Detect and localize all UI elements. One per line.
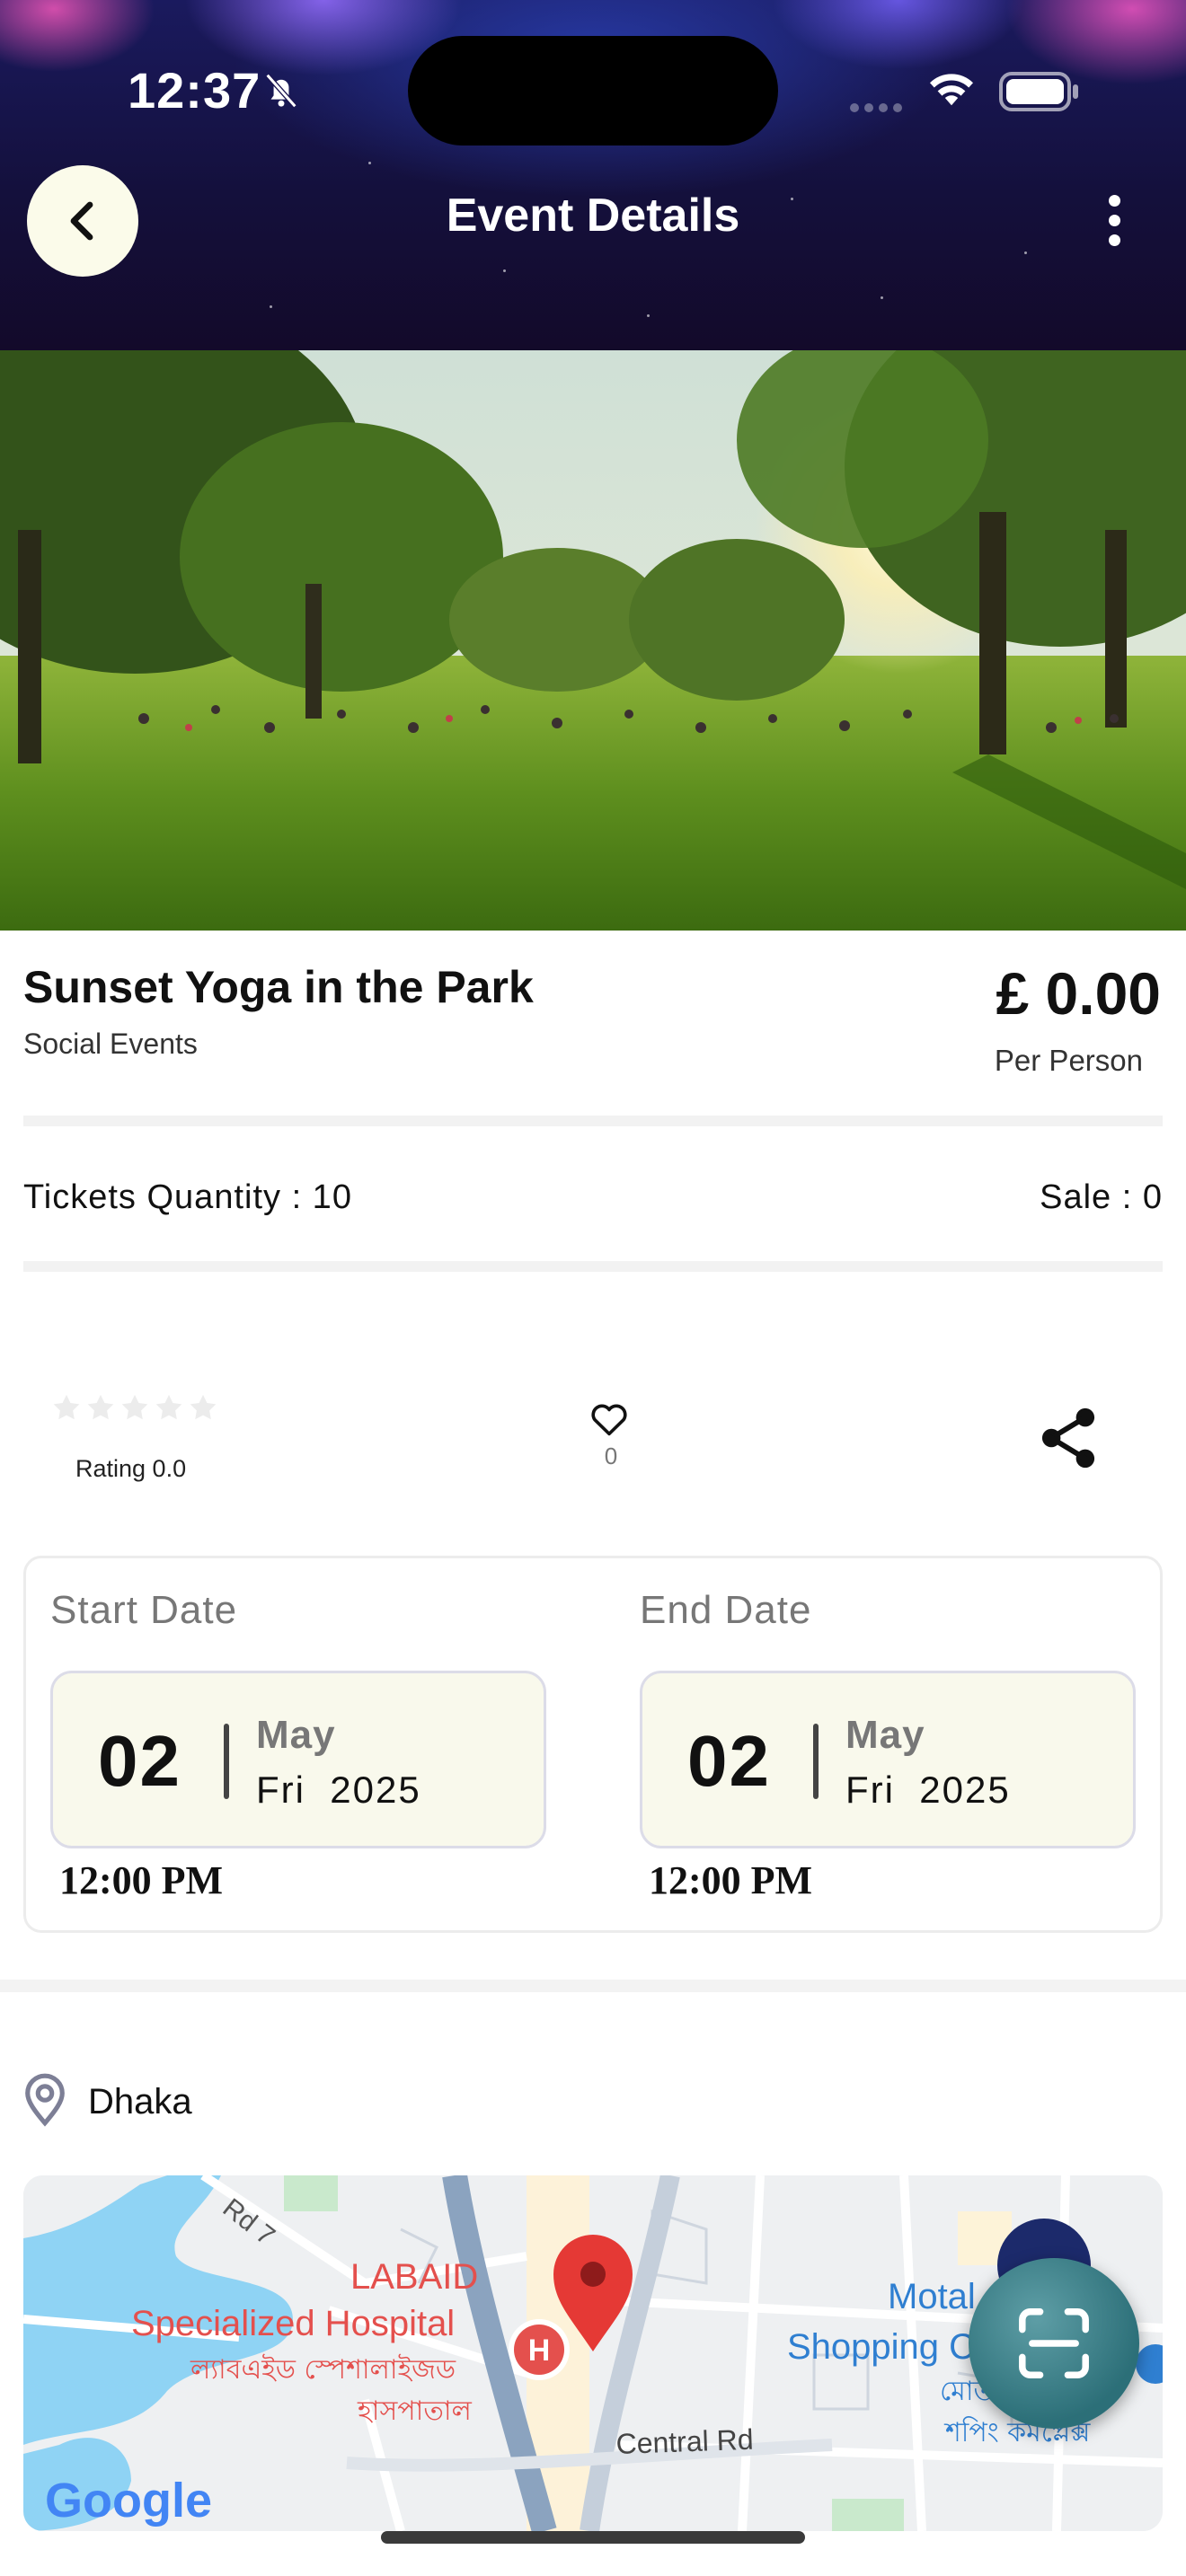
map-hospital-label-en: Specialized Hospital <box>131 2304 455 2343</box>
event-cover-image <box>0 350 1186 931</box>
end-date-weekday-year: Fri 2025 <box>845 1769 1011 1811</box>
start-date-month: May <box>256 1713 336 1757</box>
end-date-box: 02 May Fri 2025 <box>640 1671 1136 1848</box>
home-indicator <box>381 2531 805 2544</box>
wifi-icon <box>930 74 973 106</box>
qr-scan-button[interactable] <box>969 2258 1139 2429</box>
rating-stars[interactable] <box>50 1392 221 1425</box>
heart-icon[interactable] <box>589 1401 629 1437</box>
location-pin-icon <box>25 2073 65 2127</box>
star-icon <box>190 1395 217 1420</box>
start-date-weekday-year: Fri 2025 <box>256 1769 421 1811</box>
end-date-month: May <box>845 1713 925 1757</box>
event-category: Social Events <box>23 1028 198 1060</box>
more-options-button[interactable] <box>1087 189 1141 251</box>
event-title: Sunset Yoga in the Park <box>23 962 534 1012</box>
date-separator <box>224 1724 229 1799</box>
start-time: 12:00 PM <box>59 1858 224 1902</box>
tickets-quantity: Tickets Quantity : 10 <box>23 1178 352 1216</box>
start-date-box: 02 May Fri 2025 <box>50 1671 546 1848</box>
map-hospital-label-en: LABAID <box>350 2257 478 2297</box>
hospital-marker-icon: H <box>509 2319 570 2380</box>
page-title: Event Details <box>446 190 740 242</box>
star-icon <box>87 1395 114 1420</box>
map-mall-label-en: Motal <box>888 2277 976 2316</box>
map-mall-label-en: Shopping C <box>787 2327 975 2367</box>
star-icon <box>53 1395 80 1420</box>
star-icon <box>155 1395 182 1420</box>
bell-muted-icon <box>265 73 297 109</box>
dynamic-island <box>408 36 778 146</box>
start-date-day: 02 <box>98 1721 181 1801</box>
map-hospital-label-bn: হাসপাতাল <box>357 2395 473 2427</box>
end-date-day: 02 <box>687 1721 771 1801</box>
battery-icon <box>999 72 1078 111</box>
divider <box>23 1261 1163 1272</box>
price-unit: Per Person <box>994 1044 1143 1077</box>
location-name: Dhaka <box>88 2082 192 2122</box>
app-header: 12:37 Event Details <box>0 0 1186 350</box>
scan-icon <box>1019 2308 1089 2378</box>
start-date-label: Start Date <box>50 1588 238 1632</box>
svg-text:H: H <box>528 2333 551 2368</box>
google-logo: Google <box>45 2474 212 2527</box>
share-icon[interactable] <box>1039 1407 1098 1469</box>
section-divider <box>0 1980 1186 1992</box>
like-count: 0 <box>604 1442 618 1469</box>
map-hospital-label-bn: ল্যাবএইড স্পেশালাইজড <box>190 2354 456 2386</box>
sale-count: Sale : 0 <box>1040 1178 1163 1216</box>
star-icon <box>121 1395 148 1420</box>
map-street-label: Central Rd <box>615 2423 754 2460</box>
rating-label: Rating 0.0 <box>75 1455 187 1482</box>
end-time: 12:00 PM <box>649 1858 813 1902</box>
event-price: £ 0.00 <box>996 960 1162 1027</box>
cellular-signal-icon <box>850 101 909 112</box>
date-separator <box>813 1724 819 1799</box>
divider <box>23 1116 1163 1126</box>
end-date-label: End Date <box>640 1588 812 1632</box>
status-time: 12:37 <box>128 62 261 119</box>
